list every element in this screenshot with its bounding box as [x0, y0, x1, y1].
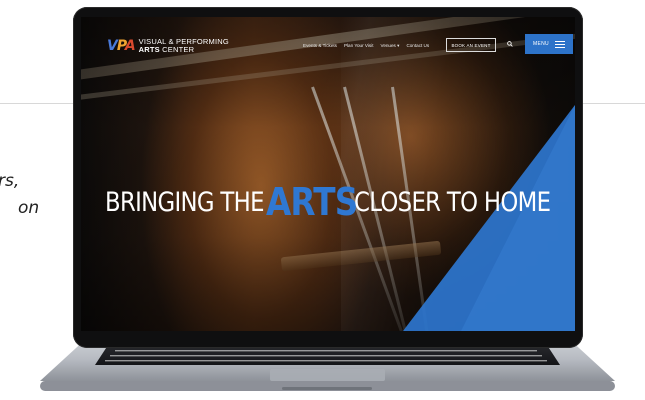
divider-line-left	[0, 103, 80, 104]
side-caption-line-1: rs,	[0, 171, 20, 191]
laptop-screen: VPA VISUAL & PERFORMING ARTS CENTER Even…	[81, 17, 575, 331]
headline-accent-arts: ARTS	[265, 180, 358, 224]
logo-line-2: ARTS CENTER	[139, 46, 229, 54]
logo-letter-v: V	[107, 38, 118, 54]
main-nav: Events & Tickets Plan Your Visit Venues …	[303, 43, 429, 49]
headline-part-1: BRINGING THE	[105, 186, 264, 218]
side-caption-line-2: on	[18, 198, 40, 218]
menu-button[interactable]: MENU	[525, 34, 573, 54]
divider-line-right	[578, 103, 645, 104]
nav-link-contact[interactable]: Contact Us	[406, 43, 429, 49]
hero-headline: BRINGING THE ARTS CLOSER TO HOME	[105, 178, 575, 226]
site-header: VPA VISUAL & PERFORMING ARTS CENTER Even…	[81, 17, 575, 57]
logo-line-2-rest: CENTER	[159, 45, 195, 54]
logo-letter-a: A	[124, 38, 136, 54]
nav-link-events[interactable]: Events & Tickets	[303, 43, 337, 49]
nav-link-venues[interactable]: Venues ▾	[381, 43, 400, 49]
nav-link-plan-visit[interactable]: Plan Your Visit	[344, 43, 374, 49]
logo-letter-p: P	[116, 38, 126, 54]
logo-wordmark: VISUAL & PERFORMING ARTS CENTER	[139, 38, 229, 54]
side-caption-fragment: rs, on	[0, 168, 60, 222]
logo-mark: VPA	[107, 38, 136, 54]
screen-glare	[341, 17, 575, 331]
laptop-mockup-scene: rs, on VPA VISUAL & PERFORMING ARTS CENT…	[0, 0, 645, 400]
hamburger-icon	[554, 40, 565, 48]
book-event-button[interactable]: BOOK AN EVENT	[446, 38, 496, 52]
search-button[interactable]	[506, 40, 514, 48]
menu-label: MENU	[533, 41, 549, 47]
site-logo[interactable]: VPA VISUAL & PERFORMING ARTS CENTER	[107, 35, 229, 57]
hero-section	[81, 17, 575, 331]
headline-part-2: CLOSER TO HOME	[353, 186, 551, 218]
logo-line-2-bold: ARTS	[138, 45, 160, 54]
search-icon	[507, 41, 513, 47]
